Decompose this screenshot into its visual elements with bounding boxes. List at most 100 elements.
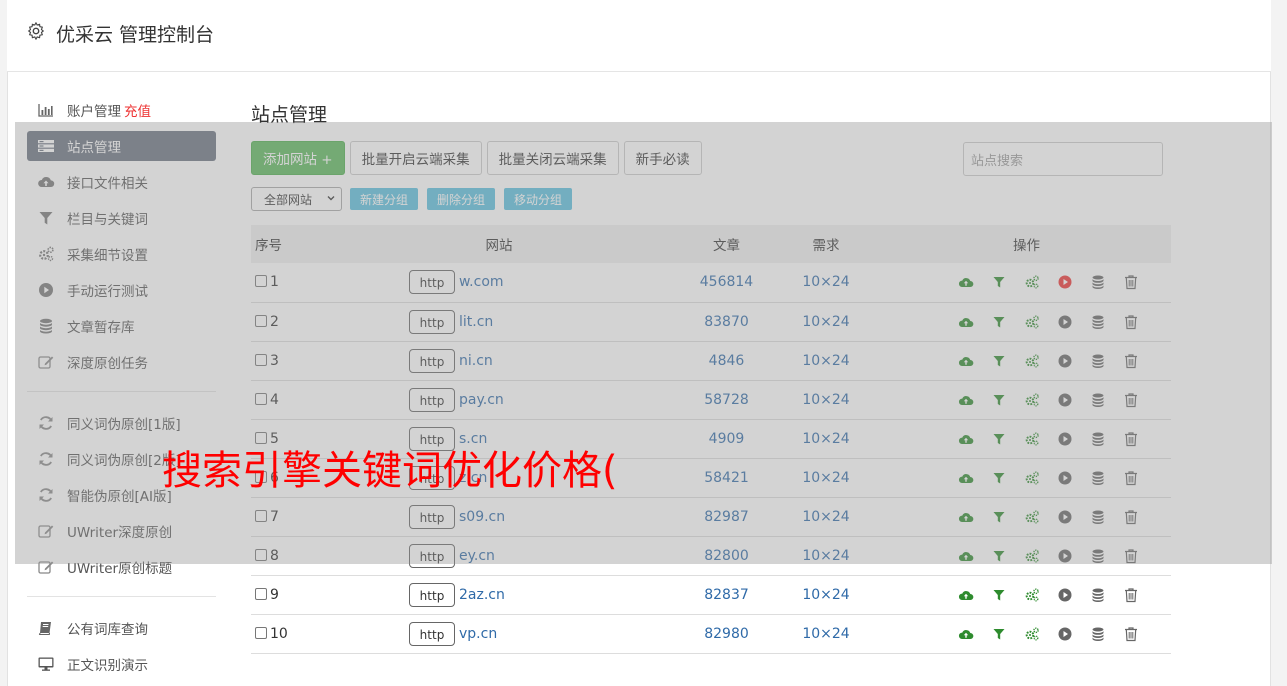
sidebar-item-group1-4[interactable]: 采集细节设置 xyxy=(27,239,216,269)
protocol-badge[interactable]: http xyxy=(409,309,455,334)
cloud-upload-icon[interactable] xyxy=(958,431,974,447)
sidebar-item-group3-0[interactable]: 公有词库查询 xyxy=(27,613,216,643)
demand-value[interactable]: 10×24 xyxy=(784,302,868,341)
demand-value[interactable]: 10×24 xyxy=(784,458,868,497)
trash-icon[interactable] xyxy=(1123,431,1139,447)
group-select[interactable]: 全部网站 xyxy=(251,187,342,211)
row-checkbox[interactable] xyxy=(255,314,267,327)
article-count[interactable]: 82837 xyxy=(669,575,784,614)
demand-value[interactable]: 10×24 xyxy=(784,341,868,380)
cloud-upload-icon[interactable] xyxy=(958,274,974,290)
protocol-badge[interactable]: http xyxy=(409,504,455,529)
play-icon[interactable] xyxy=(1057,353,1073,369)
database-icon[interactable] xyxy=(1090,353,1106,369)
trash-icon[interactable] xyxy=(1123,274,1139,290)
database-icon[interactable] xyxy=(1090,314,1106,330)
batch-disable-cloud-button[interactable]: 批量关闭云端采集 xyxy=(486,141,619,175)
site-link[interactable]: lit.cn xyxy=(459,314,493,330)
filter-icon[interactable] xyxy=(991,470,1007,486)
filter-icon[interactable] xyxy=(991,314,1007,330)
article-count[interactable]: 82800 xyxy=(669,536,784,575)
sidebar-item-group2-3[interactable]: UWriter深度原创 xyxy=(27,516,216,546)
article-count[interactable]: 58421 xyxy=(669,458,784,497)
sidebar-item-group1-5[interactable]: 手动运行测试 xyxy=(27,275,216,305)
demand-value[interactable]: 10×24 xyxy=(784,263,868,302)
gears-icon[interactable] xyxy=(1024,392,1040,408)
sidebar-item-group2-4[interactable]: UWriter原创标题 xyxy=(27,552,216,582)
trash-icon[interactable] xyxy=(1123,626,1139,642)
trash-icon[interactable] xyxy=(1123,392,1139,408)
recharge-link[interactable]: 充值 xyxy=(124,100,151,120)
database-icon[interactable] xyxy=(1090,470,1106,486)
protocol-badge[interactable]: http xyxy=(409,348,455,373)
database-icon[interactable] xyxy=(1090,509,1106,525)
row-checkbox[interactable] xyxy=(255,275,267,288)
gears-icon[interactable] xyxy=(1024,274,1040,290)
database-icon[interactable] xyxy=(1090,274,1106,290)
article-count[interactable]: 4846 xyxy=(669,341,784,380)
trash-icon[interactable] xyxy=(1123,587,1139,603)
row-checkbox[interactable] xyxy=(255,353,267,366)
cloud-upload-icon[interactable] xyxy=(958,353,974,369)
demand-value[interactable]: 10×24 xyxy=(784,419,868,458)
site-link[interactable]: w.com xyxy=(459,274,504,290)
play-icon[interactable] xyxy=(1057,314,1073,330)
article-count[interactable]: 58728 xyxy=(669,380,784,419)
filter-icon[interactable] xyxy=(991,431,1007,447)
trash-icon[interactable] xyxy=(1123,548,1139,564)
demand-value[interactable]: 10×24 xyxy=(784,497,868,536)
cloud-upload-icon[interactable] xyxy=(958,470,974,486)
database-icon[interactable] xyxy=(1090,626,1106,642)
cloud-upload-icon[interactable] xyxy=(958,392,974,408)
filter-icon[interactable] xyxy=(991,509,1007,525)
play-icon[interactable] xyxy=(1057,392,1073,408)
row-checkbox[interactable] xyxy=(255,548,267,561)
article-count[interactable]: 82987 xyxy=(669,497,784,536)
move-group-button[interactable]: 移动分组 xyxy=(504,188,573,210)
article-count[interactable]: 4909 xyxy=(669,419,784,458)
article-count[interactable]: 456814 xyxy=(669,263,784,302)
demand-value[interactable]: 10×24 xyxy=(784,380,868,419)
play-icon[interactable] xyxy=(1057,470,1073,486)
gears-icon[interactable] xyxy=(1024,626,1040,642)
database-icon[interactable] xyxy=(1090,587,1106,603)
trash-icon[interactable] xyxy=(1123,509,1139,525)
cloud-upload-icon[interactable] xyxy=(958,548,974,564)
play-icon[interactable] xyxy=(1057,431,1073,447)
sidebar-item-group1-7[interactable]: 深度原创任务 xyxy=(27,347,216,377)
site-link[interactable]: ey.cn xyxy=(459,548,495,564)
protocol-badge[interactable]: http xyxy=(409,387,455,412)
site-link[interactable]: 2az.cn xyxy=(459,587,505,603)
play-running-icon[interactable] xyxy=(1057,274,1073,290)
play-icon[interactable] xyxy=(1057,509,1073,525)
database-icon[interactable] xyxy=(1090,392,1106,408)
filter-icon[interactable] xyxy=(991,587,1007,603)
protocol-badge[interactable]: http xyxy=(409,543,455,568)
batch-enable-cloud-button[interactable]: 批量开启云端采集 xyxy=(349,141,482,175)
play-icon[interactable] xyxy=(1057,548,1073,564)
article-count[interactable]: 83870 xyxy=(669,302,784,341)
protocol-badge[interactable]: http xyxy=(409,270,455,295)
site-link[interactable]: vp.cn xyxy=(459,626,497,642)
database-icon[interactable] xyxy=(1090,431,1106,447)
sidebar-item-group1-0[interactable]: 账户管理 充值 xyxy=(27,95,216,125)
article-count[interactable]: 82980 xyxy=(669,614,784,653)
gears-icon[interactable] xyxy=(1024,548,1040,564)
add-site-button[interactable]: 添加网站 + xyxy=(251,141,345,175)
row-checkbox[interactable] xyxy=(255,392,267,405)
trash-icon[interactable] xyxy=(1123,470,1139,486)
gears-icon[interactable] xyxy=(1024,587,1040,603)
sidebar-item-group1-2[interactable]: 接口文件相关 xyxy=(27,167,216,197)
filter-icon[interactable] xyxy=(991,274,1007,290)
gears-icon[interactable] xyxy=(1024,470,1040,486)
cloud-upload-icon[interactable] xyxy=(958,314,974,330)
sidebar-item-group2-0[interactable]: 同义词伪原创[1版] xyxy=(27,408,216,438)
delete-group-button[interactable]: 删除分组 xyxy=(427,188,496,210)
row-checkbox[interactable] xyxy=(255,587,267,600)
trash-icon[interactable] xyxy=(1123,314,1139,330)
filter-icon[interactable] xyxy=(991,353,1007,369)
gears-icon[interactable] xyxy=(1024,431,1040,447)
sidebar-item-group1-1[interactable]: 站点管理 xyxy=(27,131,216,161)
play-icon[interactable] xyxy=(1057,626,1073,642)
gears-icon[interactable] xyxy=(1024,509,1040,525)
